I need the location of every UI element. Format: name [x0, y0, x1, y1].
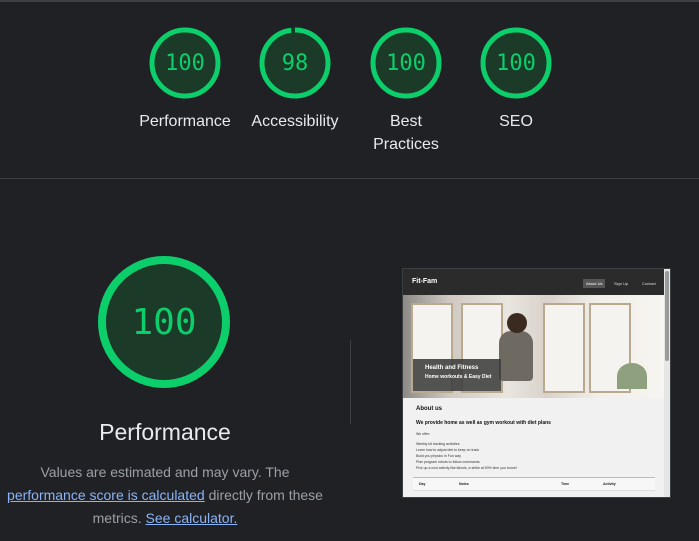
thumb-th-notes: Notes — [459, 482, 469, 486]
gauge-score: 98 — [281, 50, 309, 76]
see-calculator-link[interactable]: See calculator. — [146, 510, 238, 526]
thumb-scrollbar-thumb — [665, 271, 669, 361]
thumb-table-header: Day Notes Time Activity — [413, 477, 655, 491]
thumb-navbar: Fit-Fam About Us Sign Up Contact — [403, 269, 664, 295]
page-screenshot-thumbnail[interactable]: Fit-Fam About Us Sign Up Contact Health … — [402, 268, 671, 498]
person-head — [507, 313, 527, 333]
plant-shape — [617, 363, 647, 389]
performance-gauge: 100 — [96, 254, 232, 390]
thumb-offer-item: Build you physics in Fun way — [416, 454, 461, 458]
performance-score: 100 — [131, 301, 197, 343]
gauge-accessibility[interactable]: 98 — [258, 26, 332, 100]
desc-prefix: Values are estimated and may vary. The — [40, 464, 290, 480]
thumb-hero-title: Health and Fitness — [425, 365, 479, 371]
thumb-hero-subtitle: Home workouts & Easy Diet — [425, 374, 492, 380]
gauge-seo[interactable]: 100 — [479, 26, 553, 100]
performance-title: Performance — [99, 419, 231, 445]
thumb-th-activity: Activity — [603, 482, 616, 486]
gauge-best-practices[interactable]: 100 — [369, 26, 443, 100]
thumb-offer-label: We offer: — [416, 432, 431, 436]
gauge-score: 100 — [496, 50, 536, 76]
thumb-offer-item: Pick up a cool activity like kitools, a … — [416, 466, 517, 470]
person-figure — [499, 331, 533, 381]
thumb-about-heading: About us — [416, 406, 442, 412]
score-calculated-link[interactable]: performance score is calculated — [7, 487, 205, 503]
performance-description: Values are estimated and may vary. The p… — [0, 461, 330, 530]
gauge-score: 100 — [165, 50, 205, 76]
window-shape — [543, 303, 585, 393]
thumb-about-subheading: We provide home as well as gym workout w… — [416, 420, 551, 426]
gauge-label: Accessibility — [251, 113, 339, 130]
thumb-about-section: About us We provide home as well as gym … — [403, 398, 664, 497]
thumb-offer-item: Weekly kit tracking activities — [416, 442, 460, 446]
thumb-th-time: Time — [561, 482, 570, 486]
vertical-divider — [350, 340, 351, 424]
thumb-nav-contact: Contact — [642, 281, 656, 286]
thumb-th-day: Day — [419, 482, 426, 486]
gauge-score: 100 — [386, 50, 426, 76]
thumb-offer-item: Learn how to adjust diet to keep on trac… — [416, 448, 480, 452]
gauge-label: SEO — [499, 113, 533, 130]
gauge-label: Best Practices — [373, 113, 439, 153]
score-summary: 100 Performance 98 Accessibility 100 Bes… — [0, 0, 699, 178]
thumb-nav-signup: Sign Up — [614, 281, 629, 286]
thumb-scrollbar — [664, 269, 670, 497]
thumb-brand: Fit-Fam — [412, 278, 438, 285]
section-divider — [0, 178, 699, 179]
thumb-nav-about: About Us — [583, 279, 606, 288]
thumb-offer-item: Plan program robots to follow commands — [416, 460, 480, 464]
thumb-hero-caption: Health and Fitness Home workouts & Easy … — [413, 359, 501, 391]
gauge-performance[interactable]: 100 — [148, 26, 222, 100]
